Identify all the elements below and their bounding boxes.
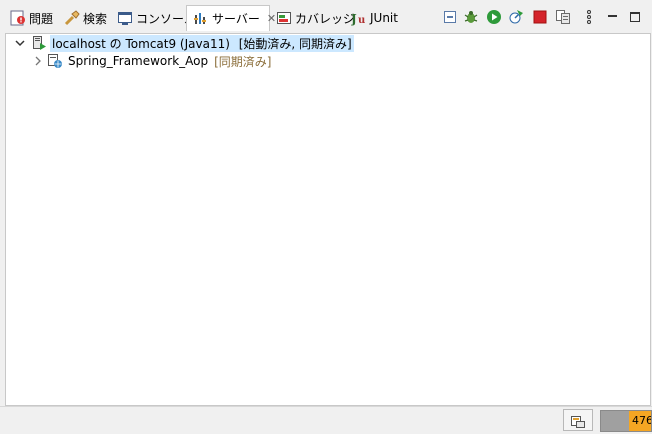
- search-icon: [64, 10, 80, 26]
- problems-icon: [10, 10, 26, 26]
- web-module-icon: [47, 53, 63, 69]
- junit-icon: Ju: [350, 10, 367, 26]
- status-bar: 476: [0, 406, 652, 434]
- tab-problems[interactable]: 問題: [10, 7, 53, 29]
- module-name: Spring_Framework_Aop: [68, 54, 209, 68]
- server-started-icon: [31, 35, 47, 51]
- close-icon[interactable]: ✕: [267, 12, 276, 25]
- tab-console[interactable]: コンソール: [117, 7, 196, 29]
- servers-view: localhost の Tomcat9 (Java11) [始動済み, 同期済み…: [5, 33, 651, 406]
- tab-junit-label: JUnit: [370, 11, 398, 25]
- progress-icon: [570, 413, 586, 432]
- collapse-all-icon[interactable]: [442, 9, 458, 25]
- minimize-icon[interactable]: [605, 9, 621, 25]
- tab-coverage-label: カバレッジ: [295, 11, 356, 26]
- heap-text: 476: [632, 414, 652, 427]
- server-name: localhost の Tomcat9 (Java11): [52, 36, 230, 51]
- maximize-icon[interactable]: [627, 9, 643, 25]
- view-menu-icon[interactable]: [583, 9, 599, 25]
- tab-coverage[interactable]: カバレッジ: [276, 7, 355, 29]
- tab-servers[interactable]: サーバー ✕: [186, 5, 276, 31]
- tab-servers-label: サーバー: [212, 12, 260, 26]
- tab-junit[interactable]: Ju JUnit: [350, 7, 398, 29]
- background-tasks-button[interactable]: [563, 409, 593, 431]
- tab-problems-label: 問題: [29, 11, 54, 26]
- view-tab-bar: 問題 検索 コンソール サーバー ✕ カバレッジ Ju JUnit: [0, 0, 652, 34]
- chevron-right-icon[interactable]: [32, 55, 44, 67]
- heap-status[interactable]: 476: [600, 410, 652, 432]
- server-state: [始動済み, 同期済み]: [238, 36, 352, 51]
- svg-text:u: u: [358, 15, 365, 26]
- module-tree-item[interactable]: Spring_Framework_Aop [同期済み]: [32, 52, 271, 70]
- svg-text:J: J: [351, 12, 357, 26]
- publish-icon[interactable]: [555, 9, 571, 25]
- chevron-down-icon[interactable]: [14, 37, 26, 49]
- coverage-icon: [276, 10, 292, 26]
- server-tree-item-label: localhost の Tomcat9 (Java11) [始動済み, 同期済み…: [50, 34, 354, 52]
- start-server-icon[interactable]: [486, 9, 502, 25]
- tab-search[interactable]: 検索: [64, 7, 107, 29]
- profile-server-icon[interactable]: [508, 9, 524, 25]
- stop-server-icon[interactable]: [532, 9, 548, 25]
- server-tree-item[interactable]: localhost の Tomcat9 (Java11) [始動済み, 同期済み…: [14, 34, 354, 52]
- debug-server-icon[interactable]: [463, 9, 479, 25]
- tab-search-label: 検索: [83, 11, 108, 26]
- console-icon: [117, 10, 133, 26]
- servers-icon: [193, 11, 209, 27]
- module-state: [同期済み]: [214, 54, 272, 69]
